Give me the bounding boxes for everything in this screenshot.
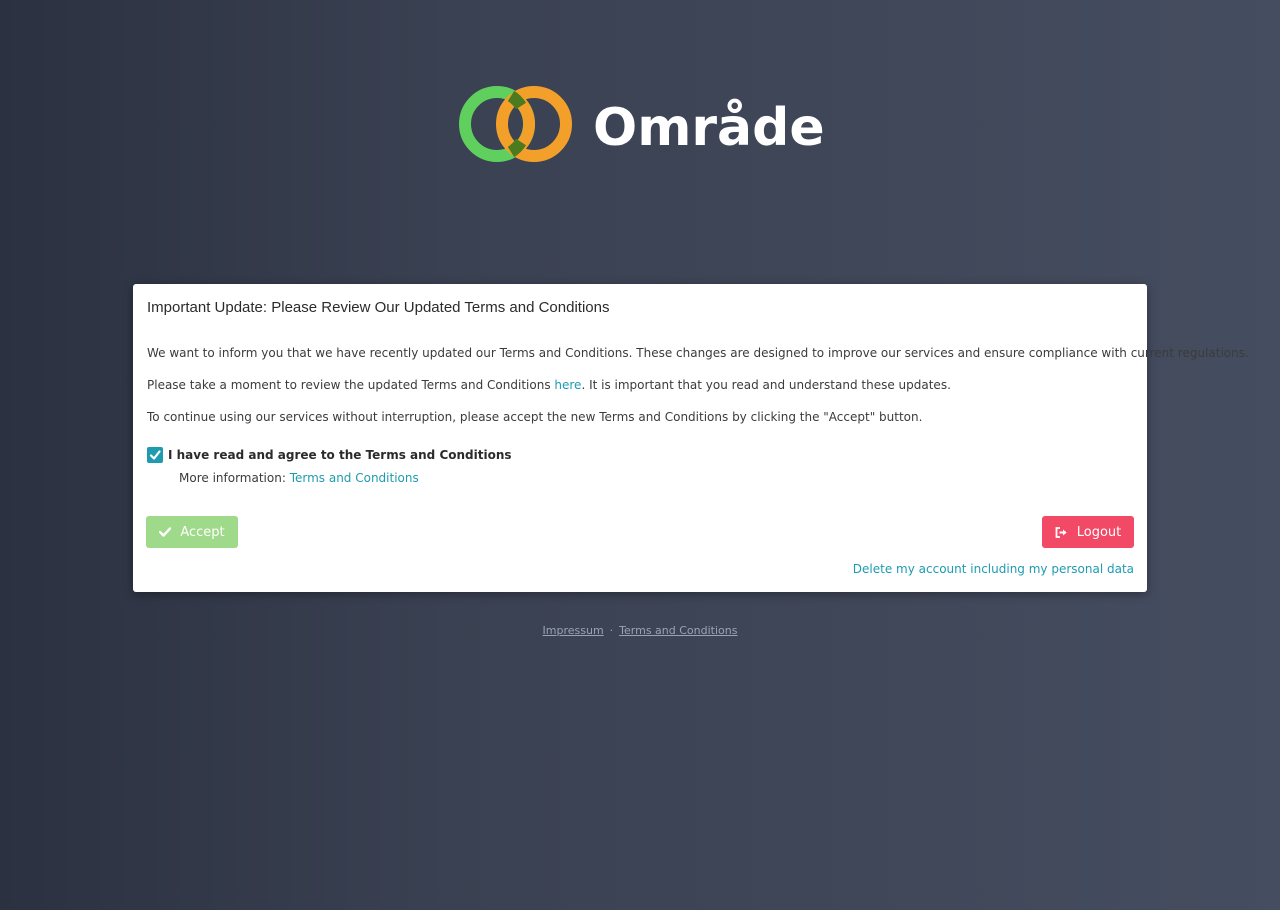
- footer-separator: ·: [609, 624, 614, 637]
- agree-checkbox[interactable]: [147, 447, 163, 463]
- here-link[interactable]: here: [554, 378, 581, 392]
- logout-button-label: Logout: [1076, 524, 1122, 540]
- brand-rings-icon: [459, 86, 572, 162]
- more-information: More information: Terms and Conditions: [179, 471, 419, 485]
- impressum-link[interactable]: Impressum: [543, 624, 604, 637]
- more-info-label: More information:: [179, 471, 290, 485]
- checkmark-icon: [149, 450, 161, 460]
- paragraph-review-after: . It is important that you read and unde…: [581, 378, 951, 392]
- logout-button[interactable]: Logout: [1042, 516, 1134, 548]
- footer-terms-link[interactable]: Terms and Conditions: [619, 624, 737, 637]
- check-icon: [159, 527, 172, 537]
- accept-button-label: Accept: [180, 524, 225, 540]
- agree-checkbox-label[interactable]: I have read and agree to the Terms and C…: [168, 448, 512, 462]
- paragraph-continue: To continue using our services without i…: [147, 410, 923, 424]
- delete-account-link[interactable]: Delete my account including my personal …: [853, 562, 1134, 576]
- accept-button[interactable]: Accept: [146, 516, 238, 548]
- terms-and-conditions-link[interactable]: Terms and Conditions: [290, 471, 419, 485]
- sign-out-icon: [1055, 526, 1068, 538]
- terms-update-card: Important Update: Please Review Our Upda…: [133, 284, 1249, 592]
- card-title: Important Update: Please Review Our Upda…: [147, 299, 610, 316]
- paragraph-review-before: Please take a moment to review the updat…: [147, 378, 555, 392]
- paragraph-update-info: We want to inform you that we have recen…: [147, 346, 1249, 360]
- brand-logo: Område: [459, 86, 829, 166]
- paragraph-review: Please take a moment to review the updat…: [147, 378, 951, 392]
- brand-name: Område: [593, 98, 825, 158]
- footer: Impressum · Terms and Conditions: [0, 624, 1280, 637]
